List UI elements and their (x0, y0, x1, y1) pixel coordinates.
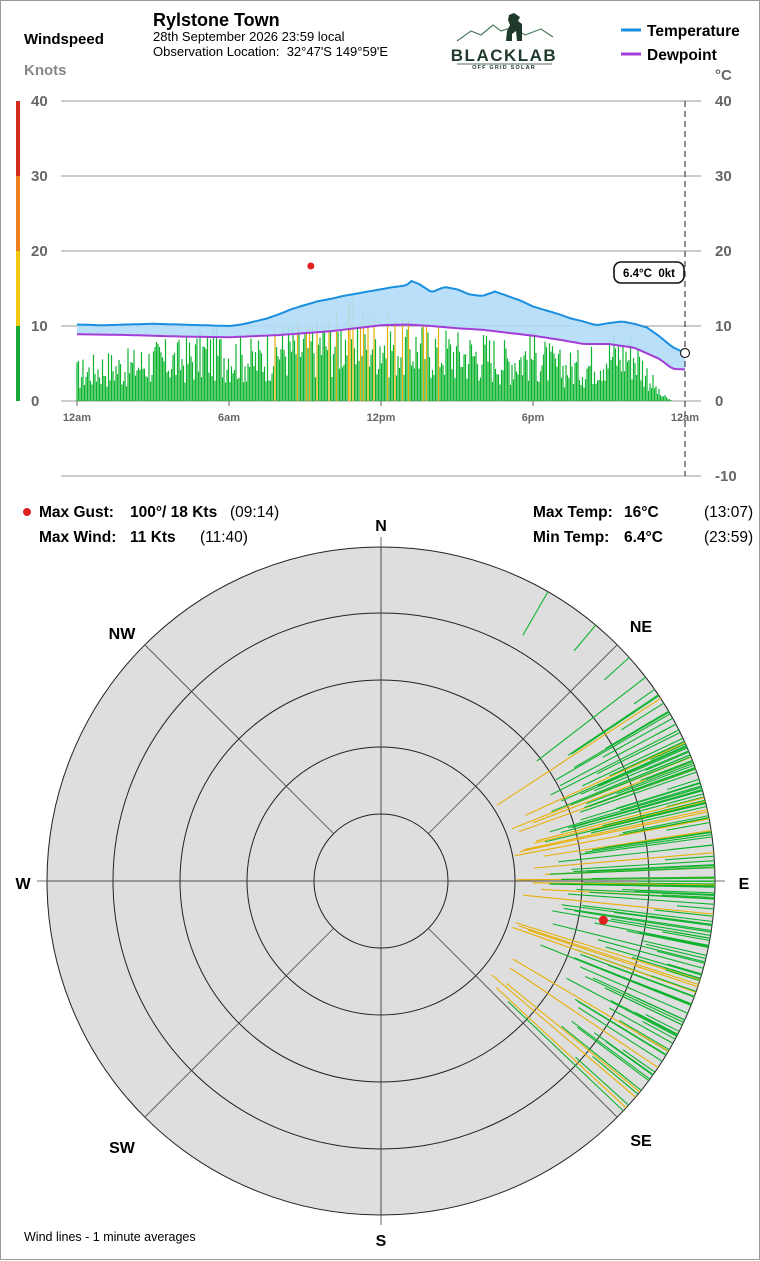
wind-scale-segment (16, 101, 20, 176)
x-axis-tick-label: 12pm (367, 412, 396, 424)
current-readout-text: 6.4°C 0kt (623, 268, 675, 280)
right-axis-ticks: 40 30 20 10 0 -10 (715, 93, 737, 485)
location-value: 32°47'S 149°59'E (287, 44, 388, 59)
compass-sw-label: SW (109, 1140, 136, 1157)
left-axis-ticks: 40 30 20 10 0 (31, 93, 48, 410)
compass-ne-label: NE (630, 619, 653, 636)
current-readout-badge: 6.4°C 0kt (614, 262, 684, 283)
compass-nw-label: NW (109, 626, 137, 643)
logo-wordmark: BLACKLAB (451, 46, 557, 65)
x-axis-ticks: 12am6am12pm6pm12am (63, 401, 699, 424)
compass-se-label: SE (630, 1133, 652, 1150)
legend-temperature-label: Temperature (647, 23, 740, 40)
right-axis-unit: °C (715, 67, 732, 84)
wind-scale-segment (16, 251, 20, 326)
weather-report: 12am6am12pm6pm12am 403020100 403020100-1… (0, 0, 760, 1260)
wind-direction-line (664, 885, 715, 886)
compass-w-label: W (15, 876, 31, 893)
current-temp-marker (681, 349, 690, 358)
x-axis-tick-label: 12am (63, 412, 91, 424)
location-label: Observation Location: (153, 44, 279, 59)
compass-e-label: E (739, 876, 750, 893)
footnote: Wind lines - 1 minute averages (24, 1230, 196, 1244)
observation-location: Observation Location: 32°47'S 149°59'E (153, 44, 388, 59)
logo-tagline: OFF GRID SOLAR (472, 65, 536, 71)
max-gust-marker (307, 263, 314, 270)
left-axis-tick-label: 20 (31, 243, 48, 260)
left-axis-tick-label: 30 (31, 168, 48, 185)
left-axis-tick-label: 40 (31, 93, 48, 110)
left-axis-tick-label: 0 (31, 393, 39, 410)
right-axis-tick-label: 30 (715, 168, 732, 185)
wind-scale-segment (16, 176, 20, 251)
legend: Temperature Dewpoint (621, 23, 740, 64)
legend-dewpoint-label: Dewpoint (647, 47, 717, 64)
logo-dog-icon (506, 13, 522, 41)
x-axis-tick-label: 6pm (522, 412, 545, 424)
left-axis-title: Windspeed (24, 31, 104, 48)
right-axis-tick-label: 40 (715, 93, 732, 110)
wind-scale-segment (16, 326, 20, 401)
station-name: Rylstone Town (153, 10, 280, 31)
report-datetime: 28th September 2026 23:59 local (153, 29, 345, 44)
blacklab-logo: BLACKLAB OFF GRID SOLAR (451, 13, 557, 71)
time-series-chart: 12am6am12pm6pm12am 403020100 403020100-1… (1, 1, 760, 501)
compass-s-label: S (376, 1233, 387, 1250)
compass-n-label: N (375, 518, 387, 535)
x-axis-tick-label: 6am (218, 412, 240, 424)
right-axis-tick-label: 20 (715, 243, 732, 260)
wind-rose-spokes (37, 537, 725, 1225)
wind-scale-band (16, 101, 20, 401)
left-axis-tick-label: 10 (31, 318, 48, 335)
right-axis-tick-label: 0 (715, 393, 723, 410)
right-axis-tick-label: -10 (715, 468, 737, 485)
logo-mountains (457, 25, 553, 41)
left-axis-unit: Knots (24, 62, 67, 79)
wind-rose: N NE E SE S SW W NW (1, 501, 760, 1261)
right-axis-tick-label: 10 (715, 318, 732, 335)
max-gust-direction-marker (599, 916, 608, 925)
